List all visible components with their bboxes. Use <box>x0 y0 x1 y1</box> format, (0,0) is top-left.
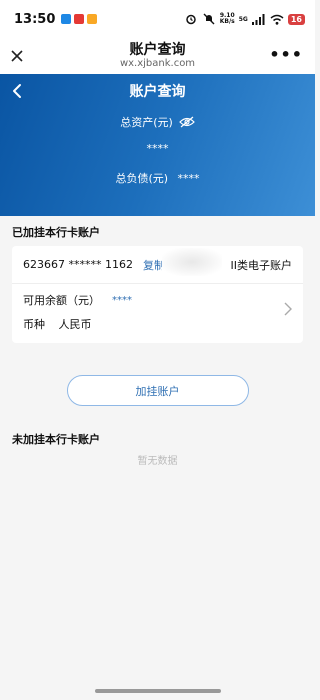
account-balance-row[interactable]: 可用余额（元） **** 币种 人民币 <box>12 284 303 342</box>
total-assets-row: 总资产(元) <box>0 114 315 130</box>
mute-icon <box>202 13 216 25</box>
battery-level: 16 <box>287 13 305 25</box>
total-debt-value: **** <box>177 172 200 185</box>
total-debt-label: 总负债(元) <box>115 172 169 185</box>
add-account-button[interactable]: 加挂账户 <box>66 375 249 406</box>
net-speed-unit: KB/s <box>219 18 235 25</box>
miniapp-title-bar: 账户查询 wx.xjbank.com ••• <box>0 38 315 74</box>
account-number-row: 623667 ****** 1162 复制 II类电子账户 <box>12 246 303 284</box>
currency-line: 币种 人民币 <box>23 316 292 332</box>
signal-icon <box>252 13 266 25</box>
balance-label: 可用余额（元） <box>23 294 100 307</box>
notification-app-icon <box>61 14 72 24</box>
total-assets-label: 总资产(元) <box>120 116 173 129</box>
account-card[interactable]: 623667 ****** 1162 复制 II类电子账户 可用余额（元） **… <box>12 246 303 343</box>
network-type: 5G <box>238 15 248 23</box>
blurred-region <box>162 248 222 276</box>
account-header: 账户查询 总资产(元) **** 总负债(元) **** <box>0 74 315 216</box>
page-title: 账户查询 <box>129 84 186 100</box>
currency-value: 人民币 <box>58 318 92 331</box>
notification-app-icon <box>87 14 98 24</box>
empty-state-text: 暂无数据 <box>137 456 178 467</box>
hide-eye-icon[interactable] <box>178 116 195 128</box>
add-account-wrap: 加挂账户 <box>0 375 315 406</box>
status-bar: 13:50 9.10 KB/s 5G 16 <box>0 0 315 38</box>
status-time: 13:50 <box>14 11 56 27</box>
bound-accounts-title: 已加挂本行卡账户 <box>12 226 100 239</box>
notification-app-icon <box>74 14 85 24</box>
chevron-right-icon[interactable] <box>283 301 293 317</box>
account-type: II类电子账户 <box>230 258 293 272</box>
close-icon[interactable] <box>8 47 26 65</box>
account-number: 623667 ****** 1162 <box>23 258 133 271</box>
total-debt-row: 总负债(元) **** <box>0 170 315 186</box>
balance-value: **** <box>112 294 132 306</box>
miniapp-title: 账户查询 <box>129 42 186 58</box>
balance-line: 可用余额（元） **** <box>23 292 292 308</box>
unbound-accounts-title: 未加挂本行卡账户 <box>12 433 100 446</box>
back-icon[interactable] <box>10 82 26 100</box>
alarm-icon <box>184 13 198 25</box>
home-indicator[interactable] <box>94 689 221 693</box>
status-icons: 9.10 KB/s 5G 16 <box>184 13 305 25</box>
net-speed: 9.10 KB/s <box>220 13 235 25</box>
wifi-icon <box>270 13 284 25</box>
total-assets-value: **** <box>146 142 169 155</box>
miniapp-url: wx.xjbank.com <box>119 58 196 69</box>
currency-label: 币种 <box>23 318 45 331</box>
screen: 13:50 9.10 KB/s 5G 16 账户查询 wx.xjbank.com… <box>0 0 315 700</box>
page-nav: 账户查询 <box>0 74 315 108</box>
more-options-icon[interactable]: ••• <box>269 47 303 63</box>
